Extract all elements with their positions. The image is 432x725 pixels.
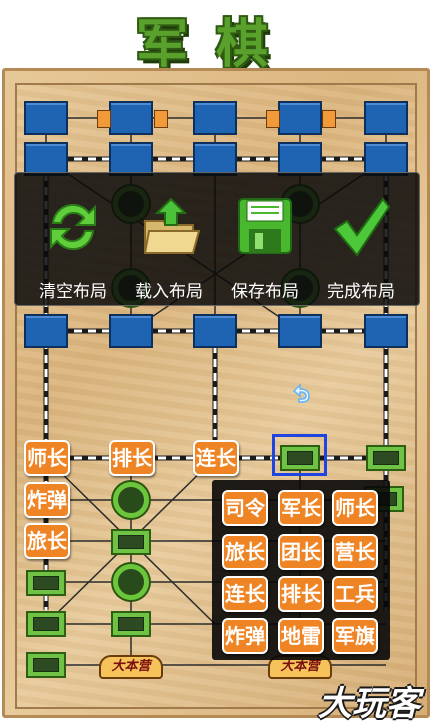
checkmark-icon — [333, 197, 391, 257]
piece-brigade-commander[interactable]: 旅长 — [24, 523, 70, 559]
enemy-piece — [109, 101, 153, 135]
piece-palette: 司令 军长 师长 旅长 团长 营长 连长 排长 工兵 炸弹 地雷 军旗 — [212, 480, 390, 660]
piece-division-commander[interactable]: 师长 — [24, 440, 70, 476]
clear-layout-button[interactable]: 清空布局 — [27, 191, 119, 302]
palette-flag[interactable]: 军旗 — [332, 618, 378, 654]
floppy-disk-icon — [238, 198, 292, 254]
save-layout-label: 保存布局 — [231, 282, 299, 302]
finish-layout-label: 完成布局 — [327, 282, 395, 302]
empty-post[interactable] — [111, 529, 151, 555]
enemy-piece — [24, 101, 68, 135]
palette-company-commander[interactable]: 连长 — [222, 576, 268, 612]
save-layout-button[interactable]: 保存布局 — [219, 191, 311, 302]
enemy-piece — [193, 314, 237, 348]
enemy-piece — [109, 142, 153, 176]
empty-post[interactable] — [26, 652, 66, 678]
empty-post[interactable] — [26, 611, 66, 637]
enemy-piece — [109, 314, 153, 348]
enemy-piece — [278, 142, 322, 176]
palette-engineer[interactable]: 工兵 — [332, 576, 378, 612]
enemy-piece — [364, 142, 408, 176]
camp-circle[interactable] — [113, 564, 149, 600]
palette-commander[interactable]: 司令 — [222, 490, 268, 526]
enemy-piece — [364, 101, 408, 135]
piece-platoon-leader[interactable]: 排长 — [109, 440, 155, 476]
enemy-piece — [193, 101, 237, 135]
headquarters-marker — [97, 110, 111, 128]
camp-circle[interactable] — [113, 482, 149, 518]
palette-brigade-commander[interactable]: 旅长 — [222, 534, 268, 570]
palette-battalion-commander[interactable]: 营长 — [332, 534, 378, 570]
enemy-piece — [364, 314, 408, 348]
headquarters-marker — [154, 110, 168, 128]
undo-arrow-icon[interactable] — [285, 378, 315, 408]
enemy-piece — [24, 314, 68, 348]
palette-division-commander[interactable]: 师长 — [332, 490, 378, 526]
load-layout-label: 载入布局 — [135, 282, 203, 302]
empty-post[interactable] — [111, 611, 151, 637]
headquarters-marker — [322, 110, 336, 128]
enemy-piece — [24, 142, 68, 176]
palette-platoon-leader[interactable]: 排长 — [278, 576, 324, 612]
enemy-piece — [193, 142, 237, 176]
enemy-piece — [278, 101, 322, 135]
clear-layout-label: 清空布局 — [39, 282, 107, 302]
palette-army-commander[interactable]: 军长 — [278, 490, 324, 526]
folder-open-icon — [143, 197, 201, 254]
load-layout-button[interactable]: 载入布局 — [123, 191, 215, 302]
palette-landmine[interactable]: 地雷 — [278, 618, 324, 654]
finish-layout-button[interactable]: 完成布局 — [315, 191, 407, 302]
selection-highlight — [272, 434, 327, 476]
piece-bomb[interactable]: 炸弹 — [24, 482, 70, 518]
piece-company-commander[interactable]: 连长 — [193, 440, 239, 476]
watermark-logo: 大玩客 — [318, 684, 420, 724]
palette-bomb[interactable]: 炸弹 — [222, 618, 268, 654]
empty-post[interactable] — [26, 570, 66, 596]
palette-regiment-commander[interactable]: 团长 — [278, 534, 324, 570]
headquarters-marker — [266, 110, 280, 128]
enemy-piece — [278, 314, 322, 348]
headquarters-label: 大本营 — [99, 655, 163, 679]
refresh-icon — [50, 203, 96, 251]
layout-toolbar: 清空布局 载入布局 保存布局 完成布局 — [14, 172, 420, 306]
empty-post[interactable] — [366, 445, 406, 471]
